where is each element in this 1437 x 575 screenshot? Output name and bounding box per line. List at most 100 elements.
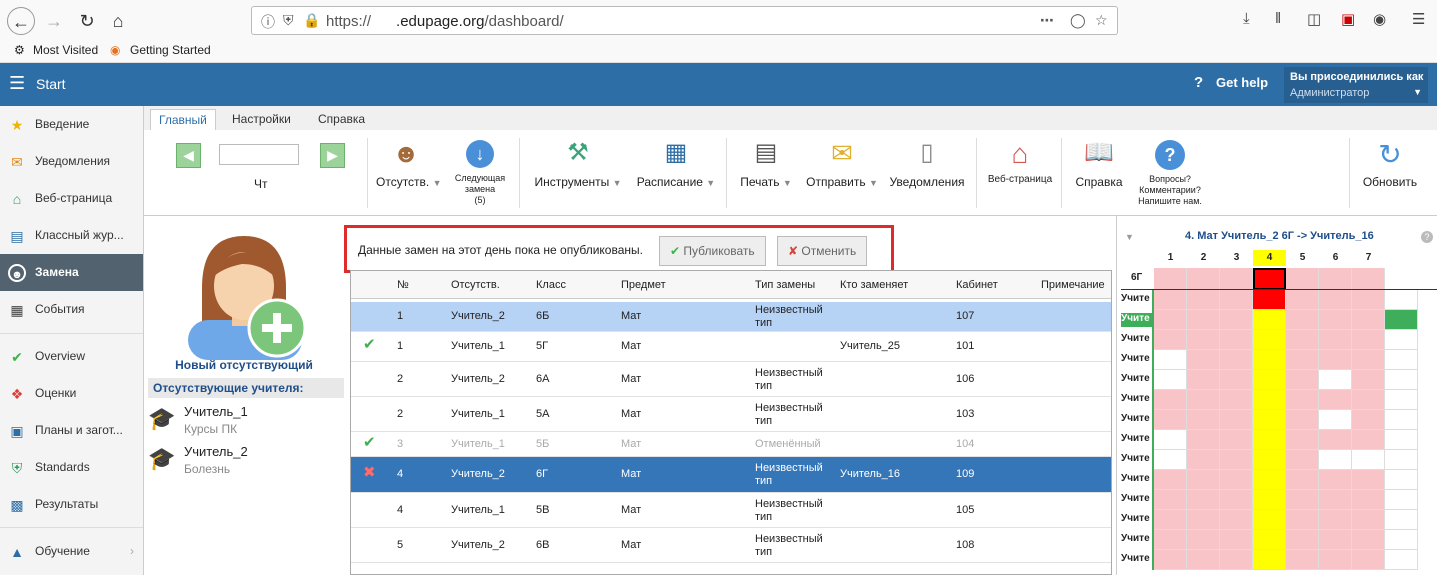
timetable-cell[interactable] bbox=[1286, 430, 1319, 450]
tab-help[interactable]: Справка bbox=[310, 109, 373, 130]
timetable-cell[interactable] bbox=[1220, 450, 1253, 470]
timetable-cell[interactable] bbox=[1154, 268, 1187, 290]
timetable-cell[interactable] bbox=[1352, 268, 1385, 290]
timetable-cell[interactable] bbox=[1319, 510, 1352, 530]
timetable-cell[interactable] bbox=[1154, 310, 1187, 330]
timetable-cell[interactable] bbox=[1385, 530, 1418, 550]
tab-settings[interactable]: Настройки bbox=[224, 109, 299, 130]
timetable-cell[interactable] bbox=[1154, 390, 1187, 410]
timetable-cell[interactable] bbox=[1385, 410, 1418, 430]
sidebar-item-intro[interactable]: ★ Введение bbox=[0, 106, 143, 143]
timetable-cell[interactable] bbox=[1286, 510, 1319, 530]
timetable-cell[interactable] bbox=[1187, 430, 1220, 450]
timetable-cell[interactable] bbox=[1286, 370, 1319, 390]
timetable-cell[interactable] bbox=[1352, 450, 1385, 470]
table-row[interactable]: ✔ 3 Учитель_1 5Б Мат Отменённый 104 bbox=[351, 432, 1111, 457]
sidebar-item-grades[interactable]: ❖ Оценки bbox=[0, 375, 143, 412]
timetable-cell[interactable] bbox=[1385, 370, 1418, 390]
timetable-cell[interactable] bbox=[1352, 550, 1385, 570]
timetable-cell[interactable] bbox=[1253, 290, 1286, 310]
timetable-cell[interactable] bbox=[1220, 310, 1253, 330]
col-class[interactable]: Класс bbox=[536, 279, 566, 292]
timetable-cell[interactable] bbox=[1220, 530, 1253, 550]
schedule-button[interactable]: ▦ Расписание ▼ bbox=[631, 138, 721, 189]
timetable-cell[interactable] bbox=[1286, 390, 1319, 410]
questions-button[interactable]: ? Вопросы? Комментарии? Напишите нам. bbox=[1134, 140, 1206, 207]
info-icon[interactable]: ⓘ bbox=[261, 12, 275, 32]
sidebar-item-overview[interactable]: ✔ Overview bbox=[0, 338, 143, 375]
timetable-cell[interactable] bbox=[1352, 430, 1385, 450]
timetable-cell[interactable] bbox=[1286, 410, 1319, 430]
timetable-cell[interactable] bbox=[1220, 268, 1253, 290]
timetable-cell[interactable] bbox=[1385, 470, 1418, 490]
col-absent[interactable]: Отсутств. bbox=[451, 279, 500, 292]
refresh-button[interactable]: ↻ Обновить bbox=[1356, 138, 1424, 189]
timetable-cell[interactable] bbox=[1352, 310, 1385, 330]
home-icon[interactable]: ⌂ bbox=[104, 7, 132, 35]
sidebar-item-substitution[interactable]: ☻ Замена bbox=[0, 254, 143, 291]
timetable-cell[interactable] bbox=[1319, 268, 1352, 290]
timetable-cell[interactable] bbox=[1154, 470, 1187, 490]
timetable-cell[interactable] bbox=[1253, 268, 1286, 290]
timetable-cell[interactable] bbox=[1187, 290, 1220, 310]
timetable-cell[interactable] bbox=[1154, 550, 1187, 570]
col-room[interactable]: Кабинет bbox=[956, 279, 998, 292]
timetable-cell[interactable] bbox=[1154, 410, 1187, 430]
sidebar-item-learning[interactable]: ▲ Обучение › bbox=[0, 533, 143, 570]
sidebar-item-notifications[interactable]: ✉ Уведомления bbox=[0, 143, 143, 180]
account-icon[interactable]: ◉ bbox=[1373, 10, 1386, 28]
timetable-cell[interactable] bbox=[1187, 330, 1220, 350]
period-header[interactable]: 7 bbox=[1352, 250, 1385, 266]
timetable-cell[interactable] bbox=[1220, 350, 1253, 370]
timetable-cell[interactable] bbox=[1286, 290, 1319, 310]
period-header[interactable]: 3 bbox=[1220, 250, 1253, 266]
timetable-cell[interactable] bbox=[1286, 450, 1319, 470]
reload-icon[interactable]: ↻ bbox=[73, 7, 101, 35]
timetable-cell[interactable] bbox=[1385, 550, 1418, 570]
timetable-cell[interactable] bbox=[1319, 410, 1352, 430]
period-header[interactable]: 2 bbox=[1187, 250, 1220, 266]
timetable-cell[interactable] bbox=[1154, 510, 1187, 530]
table-row[interactable]: 2 Учитель_1 5А Мат Неизвестный тип 103 bbox=[351, 397, 1111, 432]
timetable-cell[interactable] bbox=[1187, 550, 1220, 570]
timetable-cell[interactable] bbox=[1319, 370, 1352, 390]
timetable-cell[interactable] bbox=[1286, 550, 1319, 570]
timetable-cell[interactable] bbox=[1220, 550, 1253, 570]
tools-button[interactable]: ⚒ Инструменты ▼ bbox=[530, 138, 626, 189]
pocket-icon[interactable]: ◯ bbox=[1070, 12, 1086, 29]
timetable-cell[interactable] bbox=[1385, 310, 1418, 330]
timetable-cell[interactable] bbox=[1319, 530, 1352, 550]
timetable-cell[interactable] bbox=[1286, 530, 1319, 550]
sidebar-item-results[interactable]: ▩ Результаты bbox=[0, 486, 143, 523]
timetable-cell[interactable] bbox=[1220, 390, 1253, 410]
timetable-cell[interactable] bbox=[1319, 350, 1352, 370]
timetable-cell[interactable] bbox=[1352, 390, 1385, 410]
timetable-cell[interactable] bbox=[1154, 350, 1187, 370]
date-input[interactable] bbox=[219, 144, 299, 165]
timetable-cell[interactable] bbox=[1220, 290, 1253, 310]
timetable-cell[interactable] bbox=[1319, 330, 1352, 350]
timetable-cell[interactable] bbox=[1319, 490, 1352, 510]
timetable-cell[interactable] bbox=[1187, 530, 1220, 550]
timetable-cell[interactable] bbox=[1154, 430, 1187, 450]
next-substitution-button[interactable]: ↓ Следующая замена (5) bbox=[449, 140, 511, 206]
period-header[interactable]: 4 bbox=[1253, 250, 1286, 266]
timetable-cell[interactable] bbox=[1220, 330, 1253, 350]
next-day-button[interactable]: ▶ bbox=[320, 143, 345, 168]
sidebar-item-events[interactable]: ▦ События bbox=[0, 291, 143, 328]
star-icon[interactable]: ☆ bbox=[1095, 12, 1108, 29]
timetable-cell[interactable] bbox=[1154, 370, 1187, 390]
timetable-cell[interactable] bbox=[1154, 330, 1187, 350]
timetable-cell[interactable] bbox=[1187, 410, 1220, 430]
timetable-cell[interactable] bbox=[1385, 490, 1418, 510]
help-icon[interactable]: ? bbox=[1421, 231, 1433, 243]
table-row[interactable]: 1 Учитель_2 6Б Мат Неизвестный тип 107 bbox=[351, 302, 1111, 332]
timetable-cell[interactable] bbox=[1253, 370, 1286, 390]
bookmark-getting-started[interactable]: Getting Started bbox=[130, 43, 211, 57]
website-button[interactable]: ⌂ Веб-страница bbox=[984, 138, 1056, 185]
timetable-cell[interactable] bbox=[1352, 510, 1385, 530]
app-title[interactable]: Start bbox=[36, 76, 66, 92]
table-row[interactable]: 5 Учитель_2 6В Мат Неизвестный тип 108 bbox=[351, 528, 1111, 563]
library-icon[interactable]: ‖ bbox=[1275, 10, 1281, 27]
back-icon[interactable]: ← bbox=[7, 7, 35, 35]
